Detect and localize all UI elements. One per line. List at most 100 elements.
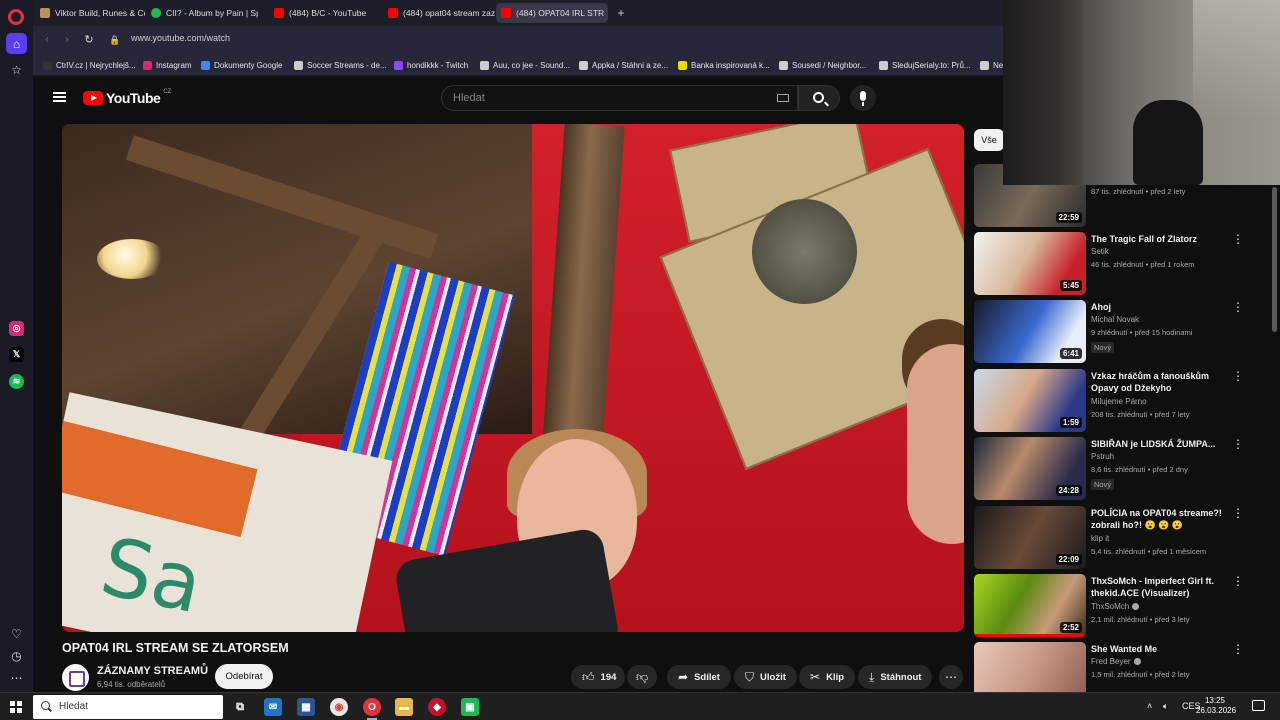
recommendation-title[interactable]: POLÍCIA na OPAT04 streame?! zobrali ho?!… <box>1091 507 1231 531</box>
store-icon[interactable]: ▦ <box>297 698 315 716</box>
chrome-icon[interactable]: ◉ <box>330 698 348 716</box>
keyboard-icon[interactable] <box>777 94 789 102</box>
taskbar-clock[interactable]: 13:25 26.03.2026 <box>1196 696 1236 716</box>
search-input[interactable]: Hledat <box>441 85 798 111</box>
tab-1[interactable]: CII? - Album by Pain | Spo <box>146 3 258 23</box>
recommendation-thumbnail[interactable]: 24:28 <box>974 437 1086 500</box>
recommendation-thumbnail[interactable]: 22:09 <box>974 506 1086 569</box>
taskbar-search-input[interactable]: Hledat <box>33 695 223 719</box>
more-actions-button[interactable]: ⋯ <box>939 665 963 689</box>
recommendation-item[interactable]: She Wanted Me Fred Beyer 1,5 mil. zhlédnut… <box>974 642 1274 692</box>
recommendation-channel[interactable]: Pstruh <box>1091 452 1114 461</box>
bookmark-5[interactable]: Auu, co jee - Sound... <box>480 59 570 72</box>
recommendation-thumbnail[interactable]: 5:45 <box>974 232 1086 295</box>
new-tab-button[interactable]: + <box>614 6 628 20</box>
bookmark-7[interactable]: Banka inspirovaná k... <box>678 59 770 72</box>
download-button[interactable]: ⤓ Stáhnout <box>858 665 933 689</box>
spotify-icon[interactable]: ≋ <box>9 374 24 389</box>
outlook-icon[interactable]: ✉ <box>264 698 282 716</box>
recommendation-meta: 2,1 mil. zhlédnutí • před 3 lety <box>1091 615 1190 624</box>
subscribe-button[interactable]: Odebírat <box>215 664 273 689</box>
home-icon[interactable]: ⌂ <box>6 33 27 54</box>
recommendation-channel[interactable]: Milujeme Párno <box>1091 397 1147 406</box>
recommendation-item[interactable]: 5:45 The Tragic Fall of Zlatorz Setik 46 ti… <box>974 232 1274 296</box>
voice-search-button[interactable] <box>850 85 876 111</box>
scrollbar[interactable] <box>1272 187 1277 332</box>
clip-button[interactable]: ✂ Klip <box>799 665 856 689</box>
bookmark-0[interactable]: CtrlV.cz | Nejrychlejš... <box>43 59 136 72</box>
tab-2[interactable]: (484) B/C - YouTube <box>269 3 381 23</box>
recommendation-title[interactable]: The Tragic Fall of Zlatorz <box>1091 233 1231 245</box>
save-button[interactable]: ⛉ Uložit <box>734 665 797 689</box>
heart-icon[interactable]: ♡ <box>6 623 27 644</box>
recommendation-item[interactable]: 22:09 POLÍCIA na OPAT04 streame?! zobrali… <box>974 506 1274 570</box>
recommendation-title[interactable]: ThxSoMch - Imperfect Girl ft. thekid.ACE… <box>1091 575 1231 599</box>
bookmark-3[interactable]: Soccer Streams - de... <box>294 59 387 72</box>
recommendation-thumbnail[interactable]: 6:41 <box>974 300 1086 363</box>
more-vertical-icon[interactable]: ⋮ <box>1232 643 1244 655</box>
tab-4-active[interactable]: (484) OPAT04 IRL STR <box>496 3 608 23</box>
more-vertical-icon[interactable]: ⋮ <box>1232 507 1244 519</box>
tab-0[interactable]: Viktor Build, Runes & Cou <box>35 3 145 23</box>
recommendation-thumbnail[interactable]: 2:52 <box>974 574 1086 637</box>
recommendation-channel[interactable]: klip it <box>1091 534 1109 543</box>
recommendation-thumbnail[interactable] <box>974 642 1086 692</box>
tray-chevron-icon[interactable]: ˄ <box>1147 701 1152 711</box>
recommendation-title[interactable]: Ahoj <box>1091 301 1231 313</box>
filter-chip-all[interactable]: Vše <box>974 129 1004 151</box>
bookmark-10[interactable]: Ne <box>980 59 1003 72</box>
url-field[interactable]: www.youtube.com/watch <box>131 33 230 43</box>
back-icon[interactable]: ‹ <box>39 32 55 48</box>
bookmark-8[interactable]: Sousedi / Neighbor... <box>779 59 866 72</box>
recommendation-title[interactable]: She Wanted Me <box>1091 643 1231 655</box>
recommendation-thumbnail[interactable]: 1:59 <box>974 369 1086 432</box>
bookmark-4[interactable]: hondikkk - Twitch <box>394 59 468 72</box>
notifications-icon[interactable] <box>1252 700 1265 711</box>
forward-icon[interactable]: › <box>59 32 75 48</box>
dislike-button[interactable]: 👎︎ <box>627 665 657 689</box>
like-button[interactable]: 👍︎ 194 <box>571 665 625 689</box>
history-icon[interactable]: ◷ <box>6 645 27 666</box>
recommendation-item[interactable]: 24:28 SIBIŘAN je LIDSKÁ ŽUMPA... Pstruh 8,6… <box>974 437 1274 501</box>
x-twitter-icon[interactable]: 𝕏 <box>9 347 24 362</box>
recommendation-channel[interactable]: Michal Novak <box>1091 315 1139 324</box>
recommendation-channel[interactable]: ThxSoMch <box>1091 602 1140 611</box>
more-vertical-icon[interactable]: ⋮ <box>1232 575 1244 587</box>
pin-icon[interactable]: ☆ <box>6 59 27 80</box>
share-button[interactable]: ➦ Sdílet <box>667 665 731 689</box>
recommendation-item[interactable]: 2:52 ThxSoMch - Imperfect Girl ft. thekid… <box>974 574 1274 638</box>
task-view-icon[interactable]: ⧉ <box>231 698 249 716</box>
more-vertical-icon[interactable]: ⋮ <box>1232 370 1244 382</box>
recommendation-item[interactable]: 1:59 Vzkaz hráčům a fanouškům Opavy od Dž… <box>974 369 1274 433</box>
recommendation-title[interactable]: SIBIŘAN je LIDSKÁ ŽUMPA... <box>1091 438 1231 450</box>
app-icon-green[interactable]: ▣ <box>461 698 479 716</box>
opera-logo-icon[interactable] <box>8 9 24 25</box>
clock-time: 13:25 <box>1204 696 1226 705</box>
bookmark-9[interactable]: SledujSerialy.to: Prů... <box>879 59 971 72</box>
youtube-logo[interactable]: YouTube CZ <box>83 89 171 106</box>
app-icon[interactable]: ◆ <box>428 698 446 716</box>
recommendation-title[interactable]: Vzkaz hráčům a fanouškům Opavy od Džekyh… <box>1091 370 1231 394</box>
menu-icon[interactable] <box>53 92 66 102</box>
tab-3[interactable]: (484) opat04 stream zazn <box>383 3 495 23</box>
more-icon[interactable]: ⋯ <box>6 667 27 688</box>
opera-icon[interactable]: O <box>363 698 381 720</box>
bookmark-1[interactable]: Instagram <box>143 59 192 72</box>
more-vertical-icon[interactable]: ⋮ <box>1232 301 1244 313</box>
volume-icon[interactable]: 🔈︎ <box>1163 701 1168 712</box>
file-explorer-icon[interactable]: ▬ <box>395 698 413 716</box>
video-player[interactable]: Sa <box>62 124 964 632</box>
windows-start-icon[interactable] <box>10 701 22 713</box>
instagram-icon[interactable]: ◎ <box>9 321 24 336</box>
channel-avatar[interactable] <box>62 664 89 691</box>
search-button[interactable] <box>798 85 840 111</box>
more-vertical-icon[interactable]: ⋮ <box>1232 438 1244 450</box>
reload-icon[interactable]: ↻ <box>81 32 97 48</box>
channel-name[interactable]: ZÁZNAMY STREAMŮ <box>97 665 208 677</box>
recommendation-channel[interactable]: Fred Beyer <box>1091 657 1141 666</box>
recommendation-item[interactable]: 6:41 Ahoj Michal Novak 9 zhlédnutí • před 1… <box>974 300 1274 364</box>
bookmark-6[interactable]: Appka / Stáhni a ze... <box>579 59 668 72</box>
more-vertical-icon[interactable]: ⋮ <box>1232 233 1244 245</box>
bookmark-2[interactable]: Dokumenty Google <box>201 59 282 72</box>
recommendation-channel[interactable]: Setik <box>1091 247 1109 256</box>
